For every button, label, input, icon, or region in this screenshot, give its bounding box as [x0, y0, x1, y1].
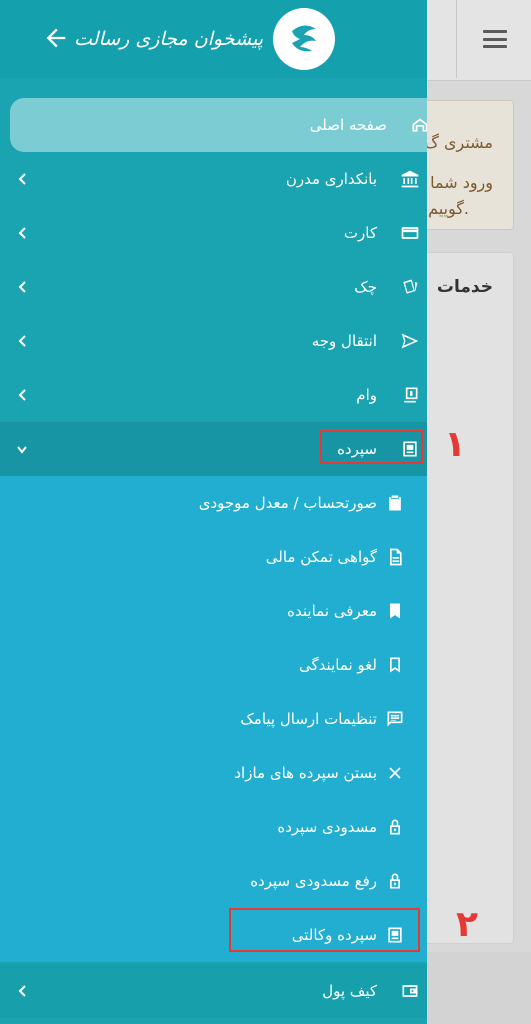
menu-item-card[interactable]: کارت: [0, 206, 427, 260]
submenu-item-label: رفع مسدودی سپرده: [250, 872, 377, 890]
bookmark-filled-icon: [390, 603, 400, 619]
menu-item-label: کارت: [343, 224, 377, 242]
menu-item-wallet[interactable]: کیف پول: [0, 964, 427, 1018]
clipboard-icon: [389, 495, 401, 511]
chevron-left-icon: [18, 227, 26, 239]
submenu-item-block-deposit[interactable]: مسدودی سپرده: [0, 800, 427, 854]
annotation-number-2: ۲: [456, 904, 478, 945]
resalat-logo-icon: [273, 8, 335, 70]
submenu-item-close-surplus[interactable]: بستن سپرده های مازاد: [0, 746, 427, 800]
deposit-submenu: صورتحساب / معدل موجودی گواهی تمکن مالی م…: [0, 476, 427, 962]
lock-icon: [390, 819, 400, 835]
submenu-item-cancel-agency[interactable]: لغو نمایندگی: [0, 638, 427, 692]
chevron-left-icon: [18, 335, 26, 347]
chevron-left-icon: [18, 281, 26, 293]
chevron-down-icon: [17, 446, 27, 454]
menu-item-modern-banking[interactable]: بانکداری مدرن: [0, 152, 427, 206]
menu-item-label: کیف پول: [322, 982, 377, 1000]
card-icon: [401, 227, 419, 239]
drawer-menu: صفحه اصلی بانکداری مدرن کارت چک انتقال و…: [0, 98, 427, 962]
drawer-header: پیشخوان مجازی رسالت: [0, 0, 427, 78]
welcome-line-2: ورود شما: [430, 173, 493, 192]
menu-item-label: انتقال وجه: [311, 332, 377, 350]
submenu-item-label: تنظیمات ارسال پیامک: [240, 710, 377, 728]
arrow-left-icon[interactable]: [42, 24, 70, 52]
welcome-line-1: مشتری گ: [424, 133, 493, 152]
menu-item-label: صفحه اصلی: [309, 116, 387, 134]
submenu-item-statement[interactable]: صورتحساب / معدل موجودی: [0, 476, 427, 530]
hamburger-icon: [482, 30, 507, 48]
services-card: خدمات: [412, 252, 514, 944]
chevron-left-icon: [18, 985, 26, 997]
logo: پیشخوان مجازی رسالت: [74, 8, 335, 70]
submenu-item-sms-settings[interactable]: تنظیمات ارسال پیامک: [0, 692, 427, 746]
welcome-line-3: گوییم.: [428, 199, 469, 218]
welcome-card: مشتری گ ورود شما گوییم.: [412, 100, 514, 230]
close-icon: [389, 767, 401, 779]
menu-item-home[interactable]: صفحه اصلی: [10, 98, 427, 152]
logo-text: پیشخوان مجازی رسالت: [74, 28, 263, 50]
cheque-icon: [403, 279, 418, 294]
unlock-icon: [390, 873, 400, 889]
bank-icon: [401, 170, 419, 188]
navigation-drawer: پیشخوان مجازی رسالت صفحه اصلی بانکداری م…: [0, 0, 427, 1024]
loan-icon: [402, 387, 418, 403]
submenu-item-label: بستن سپرده های مازاد: [234, 764, 377, 782]
submenu-item-label: صورتحساب / معدل موجودی: [198, 494, 377, 512]
chevron-left-icon: [18, 173, 26, 185]
submenu-item-financial-certificate[interactable]: گواهی تمکن مالی: [0, 530, 427, 584]
wallet-icon: [402, 985, 418, 997]
bookmark-outline-icon: [390, 657, 400, 673]
highlight-box-deposit: [320, 430, 423, 464]
send-icon: [401, 333, 419, 349]
highlight-box-proxy-deposit: [229, 908, 420, 952]
submenu-item-label: معرفی نماینده: [287, 602, 377, 620]
submenu-item-introduce-agent[interactable]: معرفی نماینده: [0, 584, 427, 638]
document-icon: [390, 548, 402, 566]
message-icon: [387, 711, 403, 727]
submenu-item-label: لغو نمایندگی: [299, 656, 377, 674]
menu-item-loan[interactable]: وام: [0, 368, 427, 422]
menu-item-label: چک: [354, 278, 377, 296]
submenu-item-unblock-deposit[interactable]: رفع مسدودی سپرده: [0, 854, 427, 908]
annotation-number-1: ۱: [444, 424, 466, 465]
home-icon: [412, 118, 427, 132]
menu-item-transfer[interactable]: انتقال وجه: [0, 314, 427, 368]
menu-item-label: بانکداری مدرن: [285, 170, 377, 188]
menu-item-cheque[interactable]: چک: [0, 260, 427, 314]
menu-item-label: وام: [356, 386, 377, 404]
chevron-left-icon: [18, 389, 26, 401]
submenu-item-label: مسدودی سپرده: [277, 818, 377, 836]
submenu-item-label: گواهی تمکن مالی: [265, 548, 377, 566]
menu-button[interactable]: [456, 0, 531, 78]
services-title: خدمات: [436, 277, 493, 297]
